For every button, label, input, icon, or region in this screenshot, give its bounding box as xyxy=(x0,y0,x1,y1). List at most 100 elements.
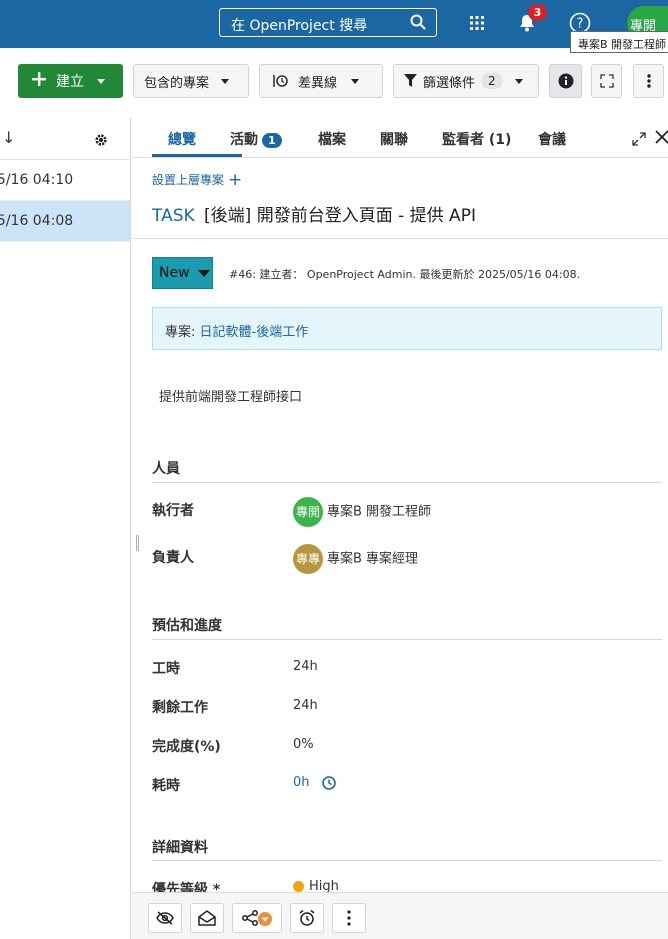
chevron-down-icon xyxy=(221,78,230,84)
search-icon[interactable] xyxy=(410,14,426,34)
assignee-name: 專案B 開發工程師 xyxy=(327,504,432,520)
pane-resize-handle[interactable] xyxy=(136,535,139,551)
chevron-down-icon xyxy=(351,78,360,84)
percent-done-label: 完成度(%) xyxy=(152,739,221,755)
meta-info: #46: 建立者： OpenProject Admin. 最後更新於 2025/… xyxy=(229,268,581,281)
baseline-history-icon xyxy=(272,73,288,89)
included-projects-button[interactable]: 包含的專案 xyxy=(133,64,249,98)
more-vertical-icon xyxy=(646,74,651,88)
global-search-input[interactable]: 在 OpenProject 搜尋 xyxy=(219,8,437,37)
details-view-button[interactable] xyxy=(549,64,582,98)
project-box: 專案: 日記軟體-後端工作 xyxy=(152,307,662,350)
details-tabs: 總覽 活動 1 檔案 關聯 監看者 (1) 會議 xyxy=(132,118,668,158)
section-divider xyxy=(152,639,662,640)
avatar: 專開 xyxy=(293,497,323,527)
modules-grid-icon[interactable] xyxy=(465,11,489,35)
remaining-work-value[interactable]: 24h xyxy=(293,698,318,713)
title-divider xyxy=(132,238,668,239)
percent-done-value[interactable]: 0% xyxy=(293,737,314,752)
set-parent-link[interactable]: 設置上層專案 + xyxy=(152,171,242,188)
reminder-button[interactable] xyxy=(290,903,324,933)
assignee-value[interactable]: 專開 專案B 開發工程師 xyxy=(293,497,431,527)
unwatch-button[interactable] xyxy=(148,903,182,933)
tab-overview[interactable]: 總覽 xyxy=(168,129,196,149)
chevron-down-icon xyxy=(514,78,523,84)
more-actions-button[interactable] xyxy=(633,64,664,98)
project-link[interactable]: 日記軟體-後端工作 xyxy=(200,325,309,340)
baseline-label: 差異線 xyxy=(298,75,338,91)
filter-label: 篩選條件 xyxy=(423,75,476,91)
create-label: 建立 xyxy=(56,74,84,90)
spent-time-label: 耗時 xyxy=(152,778,180,794)
description[interactable]: 提供前端開發工程師接口 xyxy=(159,386,302,405)
work-label: 工時 xyxy=(152,661,180,677)
settings-gear-icon[interactable] xyxy=(94,132,108,151)
sort-descending-icon[interactable]: ↓ xyxy=(2,128,15,147)
active-tab-indicator xyxy=(152,154,242,157)
tab-activity[interactable]: 活動 1 xyxy=(230,129,282,149)
filter-funnel-icon xyxy=(404,74,417,88)
filter-button[interactable]: 篩選條件 2 xyxy=(393,64,539,98)
top-header: 在 OpenProject 搜尋 3 ? 專開 xyxy=(0,0,668,48)
status-button[interactable]: New xyxy=(152,257,213,289)
mark-read-button[interactable] xyxy=(190,903,224,933)
tab-watchers[interactable]: 監看者 (1) xyxy=(442,129,511,149)
section-divider xyxy=(152,482,662,483)
chevron-down-icon xyxy=(197,269,210,277)
list-header: ↓ xyxy=(0,118,130,160)
filter-count-badge: 2 xyxy=(481,73,503,89)
spent-time-link[interactable]: 0h xyxy=(293,775,310,790)
enterprise-badge-icon xyxy=(258,912,272,926)
work-package-list: ↓ 05/16 04:10 05/16 04:08 xyxy=(0,118,131,939)
status-label: New xyxy=(159,265,190,281)
expand-fullscreen-icon[interactable] xyxy=(632,131,646,150)
notification-count-badge: 3 xyxy=(528,4,547,21)
fullscreen-button[interactable] xyxy=(591,64,622,98)
people-section-title: 人員 xyxy=(152,461,180,477)
chevron-down-icon xyxy=(97,78,105,84)
updated-at-cell: 05/16 04:08 xyxy=(0,213,74,229)
work-package-title: TASK [後端] 開發前台登入頁面 - 提供 API xyxy=(152,201,476,226)
accountable-label: 負責人 xyxy=(152,550,194,566)
work-value[interactable]: 24h xyxy=(293,659,318,674)
tab-relations[interactable]: 關聯 xyxy=(380,129,408,149)
details-section-title: 詳細資料 xyxy=(152,840,208,856)
plus-icon xyxy=(31,71,47,91)
alarm-clock-icon xyxy=(298,909,316,927)
spent-time-value: 0h xyxy=(293,775,336,790)
remaining-work-label: 剩餘工作 xyxy=(152,700,208,716)
info-icon xyxy=(558,73,574,89)
more-vertical-icon xyxy=(347,910,351,926)
close-icon[interactable] xyxy=(655,129,668,148)
subject[interactable]: [後端] 開發前台登入頁面 - 提供 API xyxy=(204,206,476,226)
expand-icon xyxy=(599,74,614,88)
activity-count-badge: 1 xyxy=(262,133,282,148)
estimates-section-title: 預估和進度 xyxy=(152,618,222,634)
eye-slash-icon xyxy=(156,911,174,925)
plus-icon: + xyxy=(228,169,243,190)
tab-meetings[interactable]: 會議 xyxy=(538,129,566,149)
log-time-clock-icon[interactable] xyxy=(321,775,336,790)
baseline-button[interactable]: 差異線 xyxy=(259,64,383,98)
table-row[interactable]: 05/16 04:10 xyxy=(0,160,130,201)
assignee-label: 執行者 xyxy=(152,503,194,519)
bottom-action-bar xyxy=(132,892,668,939)
section-divider xyxy=(152,860,662,861)
priority-dot-icon xyxy=(293,881,304,892)
accountable-name: 專案B 專案經理 xyxy=(327,551,419,567)
project-label: 專案: xyxy=(165,325,196,340)
envelope-open-icon xyxy=(198,910,216,926)
tab-files[interactable]: 檔案 xyxy=(318,129,346,149)
updated-at-cell: 05/16 04:10 xyxy=(0,172,74,188)
table-row-selected[interactable]: 05/16 04:08 xyxy=(0,201,130,242)
create-button[interactable]: 建立 xyxy=(18,64,123,98)
avatar: 專專 xyxy=(293,544,323,574)
share-button[interactable] xyxy=(232,903,282,933)
type-label: TASK xyxy=(152,206,195,226)
set-parent-label: 設置上層專案 xyxy=(152,173,225,187)
search-placeholder: 在 OpenProject 搜尋 xyxy=(231,18,368,34)
accountable-value[interactable]: 專專 專案B 專案經理 xyxy=(293,544,418,574)
svg-text:?: ? xyxy=(577,17,584,32)
more-options-button[interactable] xyxy=(332,903,366,933)
avatar-tooltip: 專案B 開發工程師 xyxy=(570,31,668,53)
